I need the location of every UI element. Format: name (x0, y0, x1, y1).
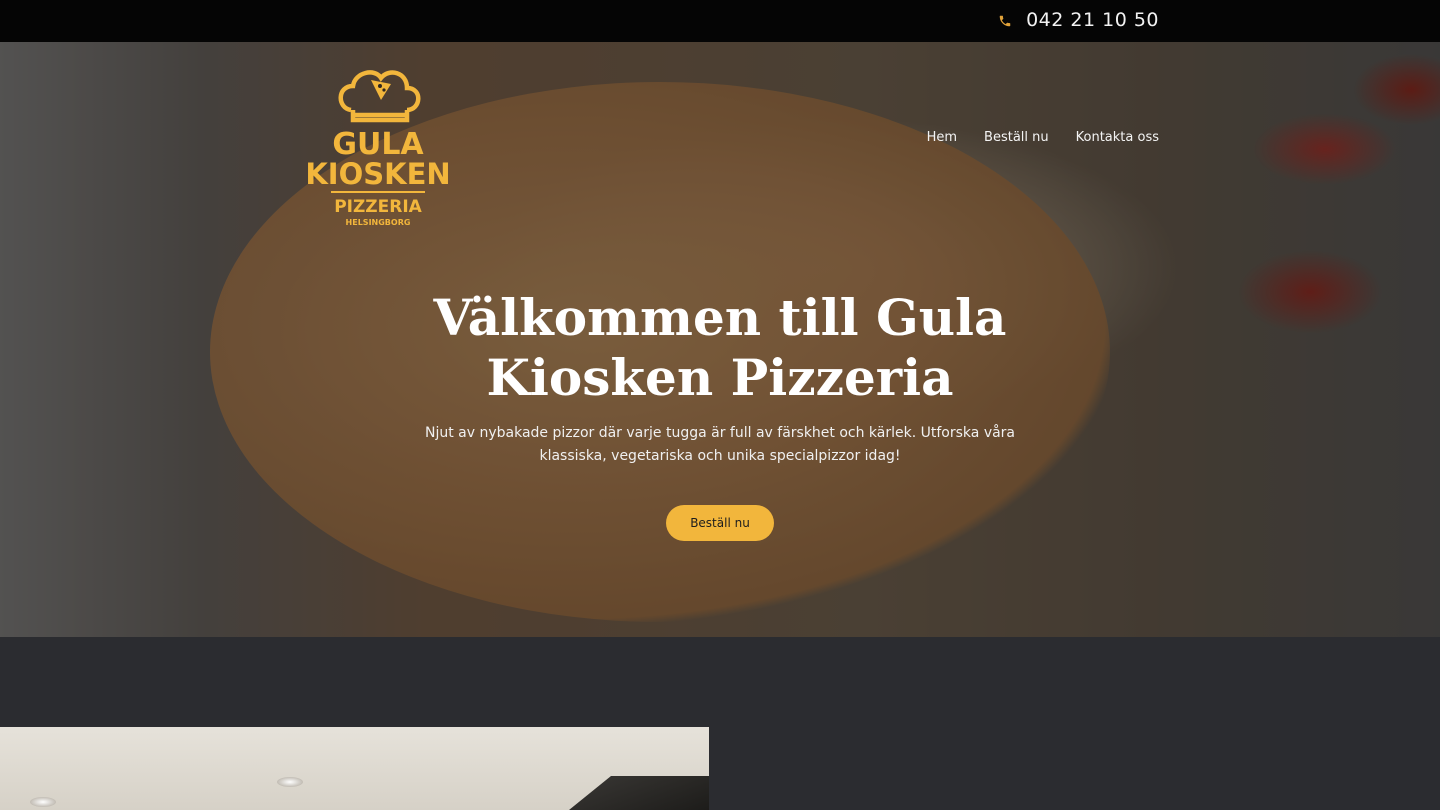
order-now-button[interactable]: Beställ nu (666, 505, 774, 541)
nav-item-hem[interactable]: Hem (927, 130, 957, 145)
logo-text-pizzeria: PIZZERIA (334, 197, 422, 217)
phone-number: 042 21 10 50 (1026, 9, 1159, 31)
site-logo[interactable]: GULA KIOSKEN PIZZERIA HELSINGBORG (303, 62, 453, 232)
logo-text-helsingborg: HELSINGBORG (346, 218, 411, 227)
nav-item-bestall-nu[interactable]: Beställ nu (984, 130, 1049, 145)
content-section (0, 637, 1440, 810)
phone-icon (998, 13, 1012, 27)
ceiling-light (30, 797, 56, 807)
section-image (0, 727, 709, 810)
hero-subtitle: Njut av nybakade pizzor där varje tugga … (424, 425, 1016, 464)
hero-section: GULA KIOSKEN PIZZERIA HELSINGBORG Hem Be… (0, 42, 1440, 637)
ceiling-vent (569, 776, 709, 810)
logo-text-kiosken: KIOSKEN (305, 157, 450, 191)
top-bar: 042 21 10 50 (0, 0, 1440, 42)
nav-item-kontakta-oss[interactable]: Kontakta oss (1076, 130, 1159, 145)
main-nav: Hem Beställ nu Kontakta oss (927, 130, 1159, 145)
phone-link[interactable]: 042 21 10 50 (998, 9, 1159, 31)
ceiling-light (277, 777, 303, 787)
hero-title: Välkommen till Gula Kiosken Pizzeria (433, 288, 1007, 407)
